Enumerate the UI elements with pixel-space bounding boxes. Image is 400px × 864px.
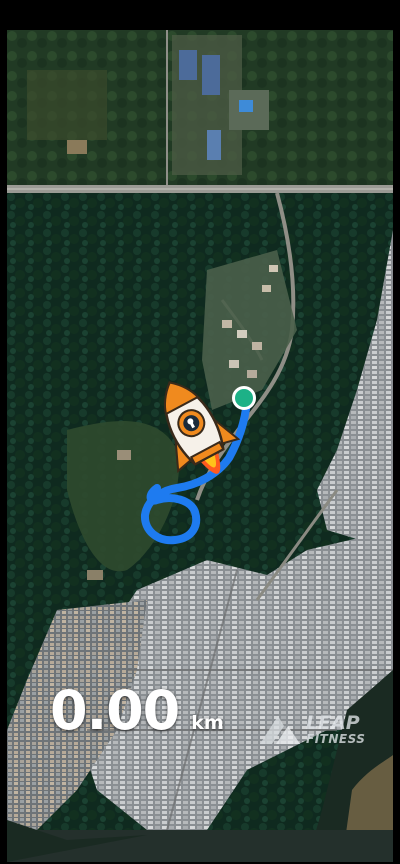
leap-fitness-watermark: LEAP FITNESS: [258, 712, 365, 746]
rocket-icon: [140, 368, 252, 496]
distance-readout: 0.00 km: [50, 684, 224, 738]
watermark-brand: LEAP: [306, 711, 360, 734]
leap-logo-icon: [260, 716, 300, 744]
distance-unit: km: [191, 712, 224, 734]
watermark-subtitle: FITNESS: [306, 731, 366, 746]
distance-value: 0.00: [50, 679, 180, 742]
